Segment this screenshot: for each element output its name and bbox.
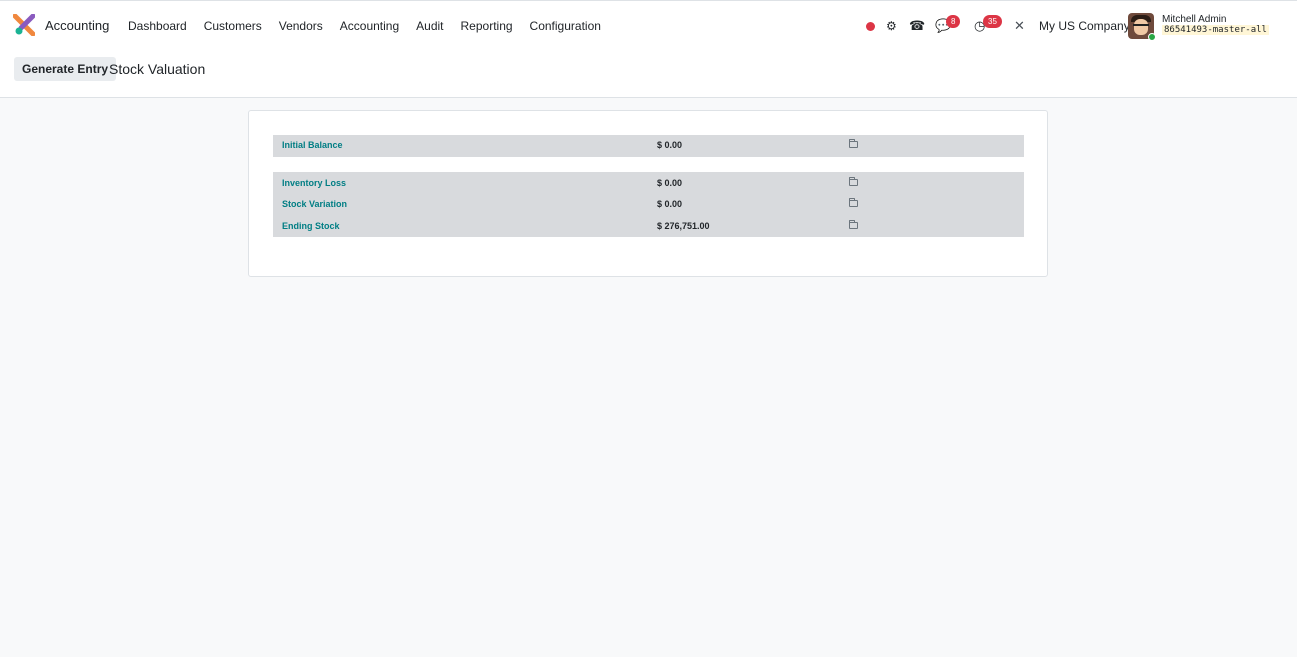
menu-customers[interactable]: Customers <box>204 19 262 33</box>
report-row-initial-balance: Initial Balance $ 0.00 <box>273 135 1024 156</box>
bug-icon[interactable]: ⚙ <box>886 19 897 33</box>
folder-icon[interactable] <box>849 198 858 207</box>
row-value: $ 276,751.00 <box>657 221 710 231</box>
chat-count-badge: 8 <box>946 15 961 28</box>
menu-audit[interactable]: Audit <box>416 19 443 33</box>
row-value: $ 0.00 <box>657 178 683 188</box>
initial-balance-section: Initial Balance $ 0.00 <box>273 135 1024 157</box>
app-name[interactable]: Accounting <box>45 18 109 33</box>
company-switcher[interactable]: My US Company <box>1039 19 1130 33</box>
database-name: 86541493-master-all <box>1162 25 1269 35</box>
report-row-ending-stock: Ending Stock $ 276,751.00 <box>273 216 1024 237</box>
menu-vendors[interactable]: Vendors <box>279 19 323 33</box>
tools-icon[interactable]: ✕ <box>1014 18 1025 34</box>
row-value: $ 0.00 <box>657 199 683 209</box>
row-label[interactable]: Ending Stock <box>282 221 340 231</box>
folder-icon[interactable] <box>849 177 858 186</box>
activity-count-badge: 35 <box>983 15 1002 28</box>
generate-entry-button[interactable]: Generate Entry <box>14 57 117 81</box>
menu-configuration[interactable]: Configuration <box>530 19 601 33</box>
top-navbar: Accounting Dashboard Customers Vendors A… <box>0 0 1297 50</box>
menu-reporting[interactable]: Reporting <box>461 19 513 33</box>
accounting-app-icon[interactable] <box>13 14 35 36</box>
folder-icon[interactable] <box>849 139 858 148</box>
folder-icon[interactable] <box>849 220 858 229</box>
menu-accounting[interactable]: Accounting <box>340 19 399 33</box>
menu-dashboard[interactable]: Dashboard <box>128 19 187 33</box>
record-icon[interactable] <box>866 22 875 31</box>
report-row-inventory-loss: Inventory Loss $ 0.00 <box>273 173 1024 194</box>
stock-valuation-card: Initial Balance $ 0.00 Inventory Loss $ … <box>248 110 1048 277</box>
movements-section: Inventory Loss $ 0.00 Stock Variation $ … <box>273 172 1024 237</box>
row-value: $ 0.00 <box>657 140 683 150</box>
online-status-icon <box>1148 33 1156 41</box>
avatar-glasses <box>1133 24 1149 28</box>
phone-icon[interactable]: ☎ <box>909 18 925 34</box>
main-menu: Dashboard Customers Vendors Accounting A… <box>128 19 618 33</box>
row-label[interactable]: Stock Variation <box>282 199 347 209</box>
user-name[interactable]: Mitchell Admin <box>1162 14 1226 25</box>
page-title: Stock Valuation <box>109 61 206 77</box>
row-label[interactable]: Initial Balance <box>282 140 343 150</box>
row-label[interactable]: Inventory Loss <box>282 178 346 188</box>
report-row-stock-variation: Stock Variation $ 0.00 <box>273 194 1024 215</box>
control-panel: Generate Entry Stock Valuation <box>0 50 1297 98</box>
